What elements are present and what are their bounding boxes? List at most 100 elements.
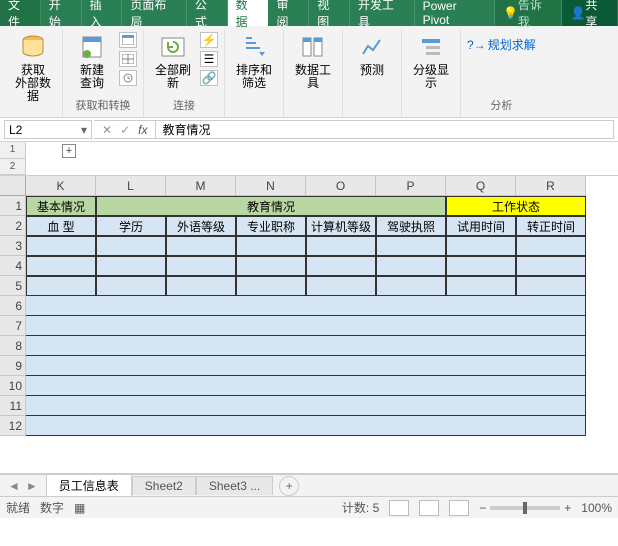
sheet-tab[interactable]: Sheet3 ... (196, 476, 273, 495)
macro-record-icon[interactable]: ▦ (74, 501, 85, 515)
solver-link[interactable]: ?→ 规划求解 (467, 36, 536, 53)
cell[interactable] (166, 256, 236, 276)
cell[interactable] (96, 256, 166, 276)
row-hdr-1[interactable]: 1 (0, 196, 26, 216)
cell[interactable]: 计算机等级 (306, 216, 376, 236)
cell[interactable] (166, 236, 236, 256)
tab-formulas[interactable]: 公式 (187, 0, 228, 26)
tab-home[interactable]: 开始 (41, 0, 82, 26)
row-hdr-4[interactable]: 4 (0, 256, 26, 276)
cell[interactable] (166, 276, 236, 296)
outline-level-1[interactable]: 1 (0, 142, 25, 159)
col-hdr-P[interactable]: P (376, 176, 446, 196)
cell[interactable] (26, 396, 586, 416)
outline-expand-icon[interactable]: + (62, 144, 76, 158)
zoom-slider[interactable]: − + (479, 501, 571, 515)
recent-sources-icon[interactable] (119, 70, 137, 86)
row-hdr-2[interactable]: 2 (0, 216, 26, 236)
cell[interactable] (306, 236, 376, 256)
edit-links-icon[interactable]: 🔗 (200, 70, 218, 86)
cell[interactable] (376, 276, 446, 296)
data-tools-button[interactable]: 数据工具 (290, 30, 336, 90)
cell[interactable]: 转正时间 (516, 216, 586, 236)
cancel-icon[interactable]: ✕ (102, 123, 112, 137)
cell[interactable] (96, 276, 166, 296)
cell[interactable] (26, 336, 586, 356)
cell[interactable] (26, 236, 96, 256)
cell[interactable]: 外语等级 (166, 216, 236, 236)
cell[interactable] (446, 276, 516, 296)
col-hdr-K[interactable]: K (26, 176, 96, 196)
col-hdr-L[interactable]: L (96, 176, 166, 196)
tab-insert[interactable]: 插入 (82, 0, 123, 26)
row-hdr-5[interactable]: 5 (0, 276, 26, 296)
tab-review[interactable]: 审阅 (268, 0, 309, 26)
tell-me[interactable]: 💡 告诉我 (495, 0, 562, 26)
cell[interactable] (306, 276, 376, 296)
chevron-down-icon[interactable]: ▾ (81, 123, 87, 137)
outline-level-2[interactable]: 2 (0, 159, 25, 176)
cell[interactable] (376, 236, 446, 256)
zoom-value[interactable]: 100% (581, 501, 612, 515)
tab-powerpivot[interactable]: Power Pivot (415, 0, 495, 26)
cell[interactable] (26, 256, 96, 276)
select-all-corner[interactable] (0, 176, 26, 196)
row-hdr-8[interactable]: 8 (0, 336, 26, 356)
enter-icon[interactable]: ✓ (120, 123, 130, 137)
from-table-icon[interactable] (119, 51, 137, 67)
cell[interactable] (26, 276, 96, 296)
cell[interactable] (96, 236, 166, 256)
cell[interactable]: 驾驶执照 (376, 216, 446, 236)
col-hdr-Q[interactable]: Q (446, 176, 516, 196)
view-normal-icon[interactable] (389, 500, 409, 516)
share-button[interactable]: 👤 共享 (562, 0, 618, 26)
cell[interactable]: 试用时间 (446, 216, 516, 236)
add-sheet-icon[interactable]: + (279, 476, 299, 496)
row-hdr-11[interactable]: 11 (0, 396, 26, 416)
view-page-break-icon[interactable] (449, 500, 469, 516)
show-queries-icon[interactable] (119, 32, 137, 48)
col-hdr-M[interactable]: M (166, 176, 236, 196)
tab-file[interactable]: 文件 (0, 0, 41, 26)
cell[interactable] (26, 376, 586, 396)
worksheet-grid[interactable]: K L M N O P Q R 1 基本情况 教育情况 工作状态 2 血 型 学… (0, 176, 618, 474)
cell[interactable] (516, 276, 586, 296)
sheet-tab[interactable]: Sheet2 (132, 476, 196, 495)
view-page-layout-icon[interactable] (419, 500, 439, 516)
fx-icon[interactable]: fx (138, 123, 147, 137)
row-hdr-3[interactable]: 3 (0, 236, 26, 256)
cell[interactable] (376, 256, 446, 276)
cell[interactable]: 教育情况 (96, 196, 446, 216)
row-hdr-10[interactable]: 10 (0, 376, 26, 396)
tab-devtools[interactable]: 开发工具 (350, 0, 415, 26)
tab-view[interactable]: 视图 (309, 0, 350, 26)
cell[interactable] (306, 256, 376, 276)
cell[interactable]: 工作状态 (446, 196, 586, 216)
sheet-nav-next-icon[interactable]: ► (26, 479, 38, 493)
cell[interactable]: 学历 (96, 216, 166, 236)
refresh-all-button[interactable]: 全部刷新 (150, 30, 196, 90)
col-hdr-R[interactable]: R (516, 176, 586, 196)
row-hdr-7[interactable]: 7 (0, 316, 26, 336)
sheet-tab-active[interactable]: 员工信息表 (46, 474, 132, 496)
col-hdr-N[interactable]: N (236, 176, 306, 196)
connections-icon[interactable]: ⚡ (200, 32, 218, 48)
outline-button[interactable]: 分级显示 (408, 30, 454, 90)
properties-icon[interactable]: ☰ (200, 51, 218, 67)
cell[interactable] (446, 256, 516, 276)
name-box[interactable]: L2 ▾ (4, 120, 92, 139)
zoom-in-icon[interactable]: + (564, 501, 571, 515)
col-hdr-O[interactable]: O (306, 176, 376, 196)
tab-layout[interactable]: 页面布局 (122, 0, 187, 26)
zoom-out-icon[interactable]: − (479, 501, 486, 515)
cell[interactable] (236, 276, 306, 296)
sheet-nav-prev-icon[interactable]: ◄ (8, 479, 20, 493)
get-external-data-button[interactable]: 获取 外部数据 (10, 30, 56, 103)
sort-filter-button[interactable]: 排序和筛选 (231, 30, 277, 90)
row-hdr-6[interactable]: 6 (0, 296, 26, 316)
cell[interactable] (516, 236, 586, 256)
cell[interactable]: 专业职称 (236, 216, 306, 236)
tab-data[interactable]: 数据 (228, 0, 269, 26)
cell[interactable] (236, 256, 306, 276)
row-hdr-9[interactable]: 9 (0, 356, 26, 376)
